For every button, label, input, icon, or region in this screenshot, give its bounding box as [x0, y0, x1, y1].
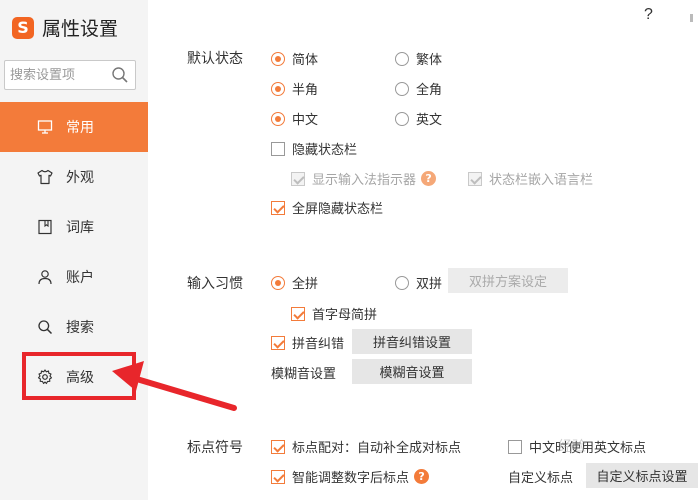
option-label: 智能调整数字后标点: [292, 471, 410, 486]
option-label: 繁体: [416, 53, 443, 68]
sidebar-item-label: 常用: [66, 120, 94, 136]
checkbox[interactable]: [468, 171, 482, 186]
option-label: 中文时使用英文标点: [529, 441, 647, 456]
option-label: 标点配对：自动补全成对标点: [292, 441, 462, 456]
checkbox[interactable]: [508, 439, 522, 454]
checkbox[interactable]: [291, 306, 305, 321]
section-default-state: 默认状态: [187, 51, 243, 67]
option-label: 状态栏嵌入语言栏: [489, 173, 594, 188]
help-icon[interactable]: ?: [414, 469, 430, 484]
checkbox-fullscreen-hide[interactable]: 全屏隐藏状态栏: [271, 198, 383, 217]
radio-button[interactable]: [271, 111, 285, 126]
checkbox[interactable]: [271, 335, 285, 350]
sidebar-item-appearance[interactable]: 外观: [0, 152, 148, 202]
red-arrow-annotation: [112, 361, 237, 411]
option-label: 拼音纠错: [292, 337, 345, 352]
checkbox-initial-abbr[interactable]: 首字母简拼: [291, 304, 377, 323]
sogou-logo-icon: S: [12, 16, 34, 39]
sidebar-item-label: 词库: [66, 220, 94, 236]
checkbox[interactable]: [291, 171, 305, 186]
checkbox-smart-adjust[interactable]: 智能调整数字后标点?: [271, 467, 430, 486]
app-title: 属性设置: [42, 18, 119, 40]
app-header: S 属性设置: [12, 14, 118, 41]
book-icon: [37, 219, 53, 235]
checkbox[interactable]: [271, 469, 285, 484]
sidebar-item-label: 外观: [66, 170, 94, 186]
radio-double-pinyin[interactable]: 双拼: [395, 273, 442, 292]
option-label: 全屏隐藏状态栏: [292, 202, 384, 217]
custom-punct-settings-button[interactable]: 自定义标点设置: [586, 463, 698, 488]
sidebar-item-dictionary[interactable]: 词库: [0, 202, 148, 252]
watermark: 经验: [558, 439, 586, 455]
radio-half-width[interactable]: 半角: [271, 79, 318, 98]
radio-button[interactable]: [395, 275, 409, 290]
radio-full-width[interactable]: 全角: [395, 79, 442, 98]
radio-button[interactable]: [271, 51, 285, 66]
checkbox-embed-lang-bar[interactable]: 状态栏嵌入语言栏: [468, 169, 593, 188]
checkbox-punctuation-pairing[interactable]: 标点配对：自动补全成对标点: [271, 437, 461, 456]
option-label: 隐藏状态栏: [292, 143, 358, 158]
custom-punct-label: 自定义标点: [508, 471, 574, 486]
checkbox[interactable]: [271, 439, 285, 454]
option-label: 简体: [292, 53, 319, 68]
radio-traditional[interactable]: 繁体: [395, 49, 442, 68]
option-label: 双拼: [416, 277, 443, 292]
help-icon[interactable]: ?: [421, 171, 437, 186]
checkbox[interactable]: [271, 200, 285, 215]
option-label: 半角: [292, 83, 319, 98]
option-label: 英文: [416, 113, 443, 128]
radio-button[interactable]: [395, 51, 409, 66]
radio-button[interactable]: [271, 81, 285, 96]
scrollbar-thumb[interactable]: [690, 14, 693, 22]
checkbox-show-ime-indicator[interactable]: 显示输入法指示器?: [291, 169, 437, 188]
settings-search[interactable]: [4, 60, 136, 90]
option-label: 显示输入法指示器: [312, 173, 417, 188]
section-input-habit: 输入习惯: [187, 276, 243, 292]
radio-button[interactable]: [395, 111, 409, 126]
sidebar-item-label: 账户: [66, 270, 94, 286]
user-icon: [37, 269, 53, 285]
option-label: 全角: [416, 83, 443, 98]
checkbox-hide-status-bar[interactable]: 隐藏状态栏: [271, 139, 357, 158]
double-pinyin-scheme-button[interactable]: 双拼方案设定: [448, 268, 568, 293]
radio-button[interactable]: [271, 275, 285, 290]
pinyin-correction-settings-button[interactable]: 拼音纠错设置: [352, 329, 472, 354]
option-label: 全拼: [292, 277, 319, 292]
sidebar-item-common[interactable]: 常用: [0, 102, 148, 152]
radio-chinese[interactable]: 中文: [271, 109, 318, 128]
monitor-icon: [37, 119, 53, 135]
search-icon: [37, 319, 53, 335]
section-punctuation: 标点符号: [187, 440, 243, 456]
sidebar-item-search[interactable]: 搜索: [0, 302, 148, 352]
radio-full-pinyin[interactable]: 全拼: [271, 273, 318, 292]
radio-button[interactable]: [395, 81, 409, 96]
sidebar-item-account[interactable]: 账户: [0, 252, 148, 302]
sidebar-item-label: 搜索: [66, 320, 94, 336]
radio-english[interactable]: 英文: [395, 109, 442, 128]
checkbox-pinyin-correction[interactable]: 拼音纠错: [271, 333, 344, 352]
option-label: 中文: [292, 113, 319, 128]
help-button[interactable]: ?: [644, 6, 653, 24]
checkbox[interactable]: [271, 141, 285, 156]
scrollbar[interactable]: [684, 0, 700, 500]
fuzzy-sound-label: 模糊音设置: [271, 367, 337, 382]
fuzzy-sound-settings-button[interactable]: 模糊音设置: [352, 359, 472, 384]
option-label: 首字母简拼: [312, 308, 378, 323]
search-icon[interactable]: [111, 66, 129, 84]
shirt-icon: [37, 169, 53, 185]
radio-simplified[interactable]: 简体: [271, 49, 318, 68]
search-input[interactable]: [5, 62, 105, 88]
